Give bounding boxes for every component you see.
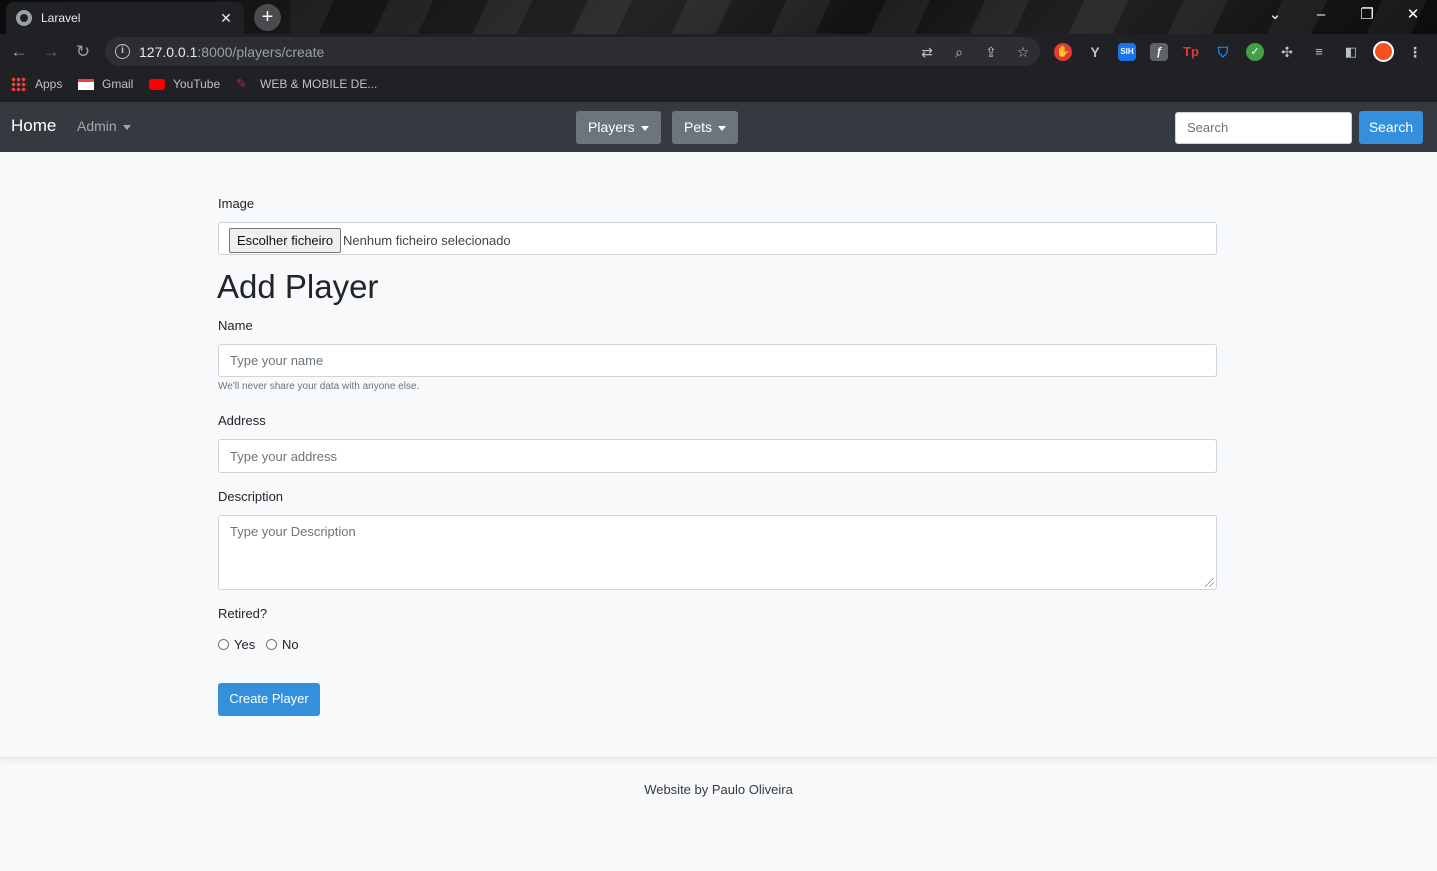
- search-button[interactable]: Search: [1359, 111, 1423, 144]
- address-bar[interactable]: i 127.0.0.1:8000/players/create ⇄ ⌕ ⇪ ☆: [105, 37, 1040, 66]
- sih-extension-icon[interactable]: SIH: [1118, 43, 1136, 61]
- retired-yes-radio[interactable]: Yes: [218, 637, 255, 652]
- profile-avatar[interactable]: [1373, 41, 1394, 62]
- gmail-icon: [78, 78, 94, 90]
- footer-text: Website by Paulo Oliveira: [644, 782, 793, 797]
- new-tab-button[interactable]: +: [254, 4, 281, 31]
- caret-down-icon: [122, 124, 131, 130]
- file-status-text: Nenhum ficheiro selecionado: [343, 233, 511, 248]
- page-title: Add Player: [217, 268, 379, 305]
- radio-circle-icon[interactable]: [266, 639, 277, 650]
- address-label: Address: [218, 413, 266, 428]
- apps-grid-icon: [11, 77, 27, 91]
- description-placeholder: Type your Description: [230, 524, 356, 539]
- reload-icon[interactable]: ↻: [71, 40, 95, 64]
- description-label: Description: [218, 489, 284, 504]
- zoom-icon[interactable]: ⌕: [950, 43, 968, 61]
- script-extension-icon[interactable]: ƒ: [1150, 43, 1168, 61]
- address-field[interactable]: Type your address: [218, 439, 1217, 473]
- forward-icon[interactable]: →: [39, 40, 63, 64]
- adblock-extension-icon[interactable]: ✋: [1054, 43, 1072, 61]
- menu-kebab-icon[interactable]: ⋮: [1406, 43, 1424, 61]
- tab-title: Laravel: [41, 11, 81, 25]
- players-dropdown-button[interactable]: Players: [576, 111, 661, 144]
- bookmark-apps[interactable]: Apps: [11, 77, 62, 91]
- admin-dropdown[interactable]: Admin: [77, 118, 131, 134]
- youtube-icon: [149, 78, 165, 90]
- name-field[interactable]: Type your name: [218, 344, 1217, 377]
- search-input[interactable]: Search: [1175, 112, 1352, 144]
- bookmark-gmail[interactable]: Gmail: [78, 77, 133, 91]
- bookmark-star-icon[interactable]: ☆: [1014, 43, 1032, 61]
- browser-tab[interactable]: Laravel ✕: [6, 2, 244, 34]
- retired-no-radio[interactable]: No: [266, 637, 299, 652]
- image-file-input[interactable]: Escolher ficheiro Nenhum ficheiro seleci…: [218, 222, 1217, 255]
- globe-icon: [16, 10, 32, 26]
- close-window-icon[interactable]: ✕: [1390, 0, 1436, 30]
- filter-extension-icon[interactable]: Y: [1086, 43, 1104, 61]
- restore-icon[interactable]: ❐: [1344, 0, 1390, 30]
- bookmark-web-mobile[interactable]: ✎ WEB & MOBILE DE...: [236, 76, 377, 92]
- caret-down-icon: [718, 125, 727, 131]
- tab-search-icon[interactable]: ⌄: [1252, 0, 1298, 30]
- description-textarea[interactable]: Type your Description: [218, 515, 1217, 590]
- site-info-icon[interactable]: i: [115, 44, 130, 59]
- home-link[interactable]: Home: [11, 116, 56, 136]
- create-player-button[interactable]: Create Player: [218, 683, 320, 716]
- back-icon[interactable]: ←: [7, 40, 31, 64]
- resize-handle-icon[interactable]: [1205, 578, 1214, 587]
- extensions-puzzle-icon[interactable]: ✣: [1278, 43, 1296, 61]
- name-help-text: We'll never share your data with anyone …: [218, 381, 420, 392]
- address-placeholder: Type your address: [230, 449, 337, 464]
- name-label: Name: [218, 318, 253, 333]
- feather-icon: ✎: [236, 76, 247, 91]
- caret-down-icon: [640, 125, 649, 131]
- tab-close-icon[interactable]: ✕: [218, 10, 234, 27]
- share-icon[interactable]: ⇪: [982, 43, 1000, 61]
- translate-icon[interactable]: ⇄: [918, 43, 936, 61]
- pets-dropdown-button[interactable]: Pets: [672, 111, 739, 144]
- check-extension-icon[interactable]: ✓: [1246, 43, 1264, 61]
- shield-extension-icon[interactable]: ⛉: [1214, 43, 1232, 61]
- tp-extension-icon[interactable]: Tp: [1182, 43, 1200, 61]
- minimize-icon[interactable]: –: [1298, 0, 1344, 30]
- bookmarks-bar: Apps Gmail YouTube ✎ WEB & MOBILE DE...: [0, 70, 1437, 102]
- name-placeholder: Type your name: [230, 353, 324, 368]
- browser-toolbar: ← → ↻ i 127.0.0.1:8000/players/create ⇄ …: [0, 34, 1437, 70]
- image-label: Image: [218, 196, 255, 211]
- app-navbar: Home Admin Players Pets Search Search: [0, 102, 1437, 152]
- url-text: 127.0.0.1:8000/players/create: [139, 44, 325, 60]
- media-queue-icon[interactable]: ≡: [1310, 43, 1328, 61]
- side-panel-icon[interactable]: ◧: [1342, 43, 1360, 61]
- content-divider: [0, 757, 1437, 759]
- choose-file-button[interactable]: Escolher ficheiro: [229, 228, 342, 253]
- bookmark-youtube[interactable]: YouTube: [149, 77, 220, 91]
- radio-circle-icon[interactable]: [218, 639, 229, 650]
- retired-label: Retired?: [218, 606, 268, 621]
